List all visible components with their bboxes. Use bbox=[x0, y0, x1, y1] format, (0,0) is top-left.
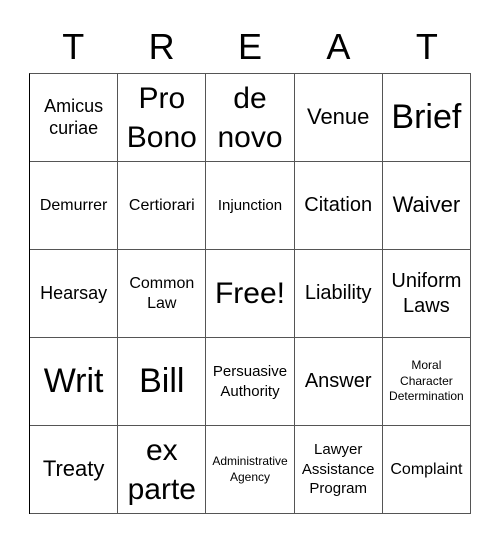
bingo-cell[interactable]: Demurrer bbox=[30, 162, 119, 250]
cell-label: Answer bbox=[304, 370, 372, 392]
bingo-cell[interactable]: Uniform Laws bbox=[382, 250, 471, 338]
cell-label: Common Law bbox=[129, 274, 195, 312]
bingo-cell[interactable]: Injunction bbox=[206, 162, 295, 250]
bingo-cell[interactable]: Lawyer Assistance Program bbox=[294, 426, 383, 514]
bingo-cell[interactable]: Hearsay bbox=[30, 250, 119, 338]
bingo-grid: Amicus curiae Pro Bono de novo Venue Bri… bbox=[29, 73, 471, 514]
bingo-cell[interactable]: Venue bbox=[294, 74, 383, 162]
cell-label: Pro Bono bbox=[126, 81, 197, 154]
cell-label: Lawyer Assistance Program bbox=[301, 441, 375, 498]
bingo-cell[interactable]: Administrative Agency bbox=[206, 426, 295, 514]
bingo-cell[interactable]: de novo bbox=[206, 74, 295, 162]
cell-label: Persuasive Authority bbox=[212, 363, 288, 400]
cell-label: Bill bbox=[139, 361, 185, 400]
bingo-cell[interactable]: Amicus curiae bbox=[30, 74, 119, 162]
bingo-cell[interactable]: Writ bbox=[30, 338, 119, 426]
cell-label: Citation bbox=[304, 194, 373, 216]
bingo-header: T R E A T bbox=[29, 22, 471, 72]
bingo-cell[interactable]: Treaty bbox=[30, 426, 119, 514]
cell-label: Waiver bbox=[392, 192, 461, 218]
cell-label: Venue bbox=[306, 104, 370, 130]
cell-label: Complaint bbox=[390, 460, 463, 478]
header-letter: R bbox=[148, 26, 175, 67]
bingo-cell[interactable]: Bill bbox=[118, 338, 207, 426]
cell-label: Certiorari bbox=[128, 196, 195, 214]
bingo-cell[interactable]: Waiver bbox=[382, 162, 471, 250]
cell-label: Treaty bbox=[42, 456, 105, 482]
header-letter: T bbox=[62, 26, 85, 67]
bingo-cell[interactable]: Brief bbox=[382, 74, 471, 162]
bingo-cell[interactable]: Liability bbox=[294, 250, 383, 338]
header-letter: T bbox=[415, 26, 438, 67]
bingo-cell[interactable]: Complaint bbox=[382, 426, 471, 514]
free-space-cell[interactable]: Free! bbox=[206, 250, 295, 338]
cell-label: ex parte bbox=[127, 433, 196, 506]
cell-label: Free! bbox=[214, 277, 285, 310]
cell-label: Injunction bbox=[217, 196, 283, 214]
header-letter: A bbox=[326, 26, 351, 67]
cell-label: Brief bbox=[391, 97, 462, 136]
cell-label: Amicus curiae bbox=[44, 95, 104, 138]
cell-label: de novo bbox=[217, 81, 283, 154]
bingo-cell[interactable]: Citation bbox=[294, 162, 383, 250]
cell-label: Hearsay bbox=[40, 282, 108, 303]
bingo-cell[interactable]: Persuasive Authority bbox=[206, 338, 295, 426]
bingo-cell[interactable]: Moral Character Determination bbox=[382, 338, 471, 426]
bingo-cell[interactable]: Answer bbox=[294, 338, 383, 426]
cell-label: Moral Character Determination bbox=[389, 358, 464, 404]
bingo-cell[interactable]: Common Law bbox=[118, 250, 207, 338]
bingo-cell[interactable]: Certiorari bbox=[118, 162, 207, 250]
cell-label: Liability bbox=[304, 282, 372, 304]
bingo-cell[interactable]: ex parte bbox=[118, 426, 207, 514]
bingo-cell[interactable]: Pro Bono bbox=[118, 74, 207, 162]
header-letter: E bbox=[238, 26, 263, 67]
cell-label: Demurrer bbox=[39, 196, 108, 214]
cell-label: Writ bbox=[43, 361, 104, 400]
cell-label: Uniform Laws bbox=[391, 269, 462, 317]
cell-label: Administrative Agency bbox=[212, 453, 288, 484]
